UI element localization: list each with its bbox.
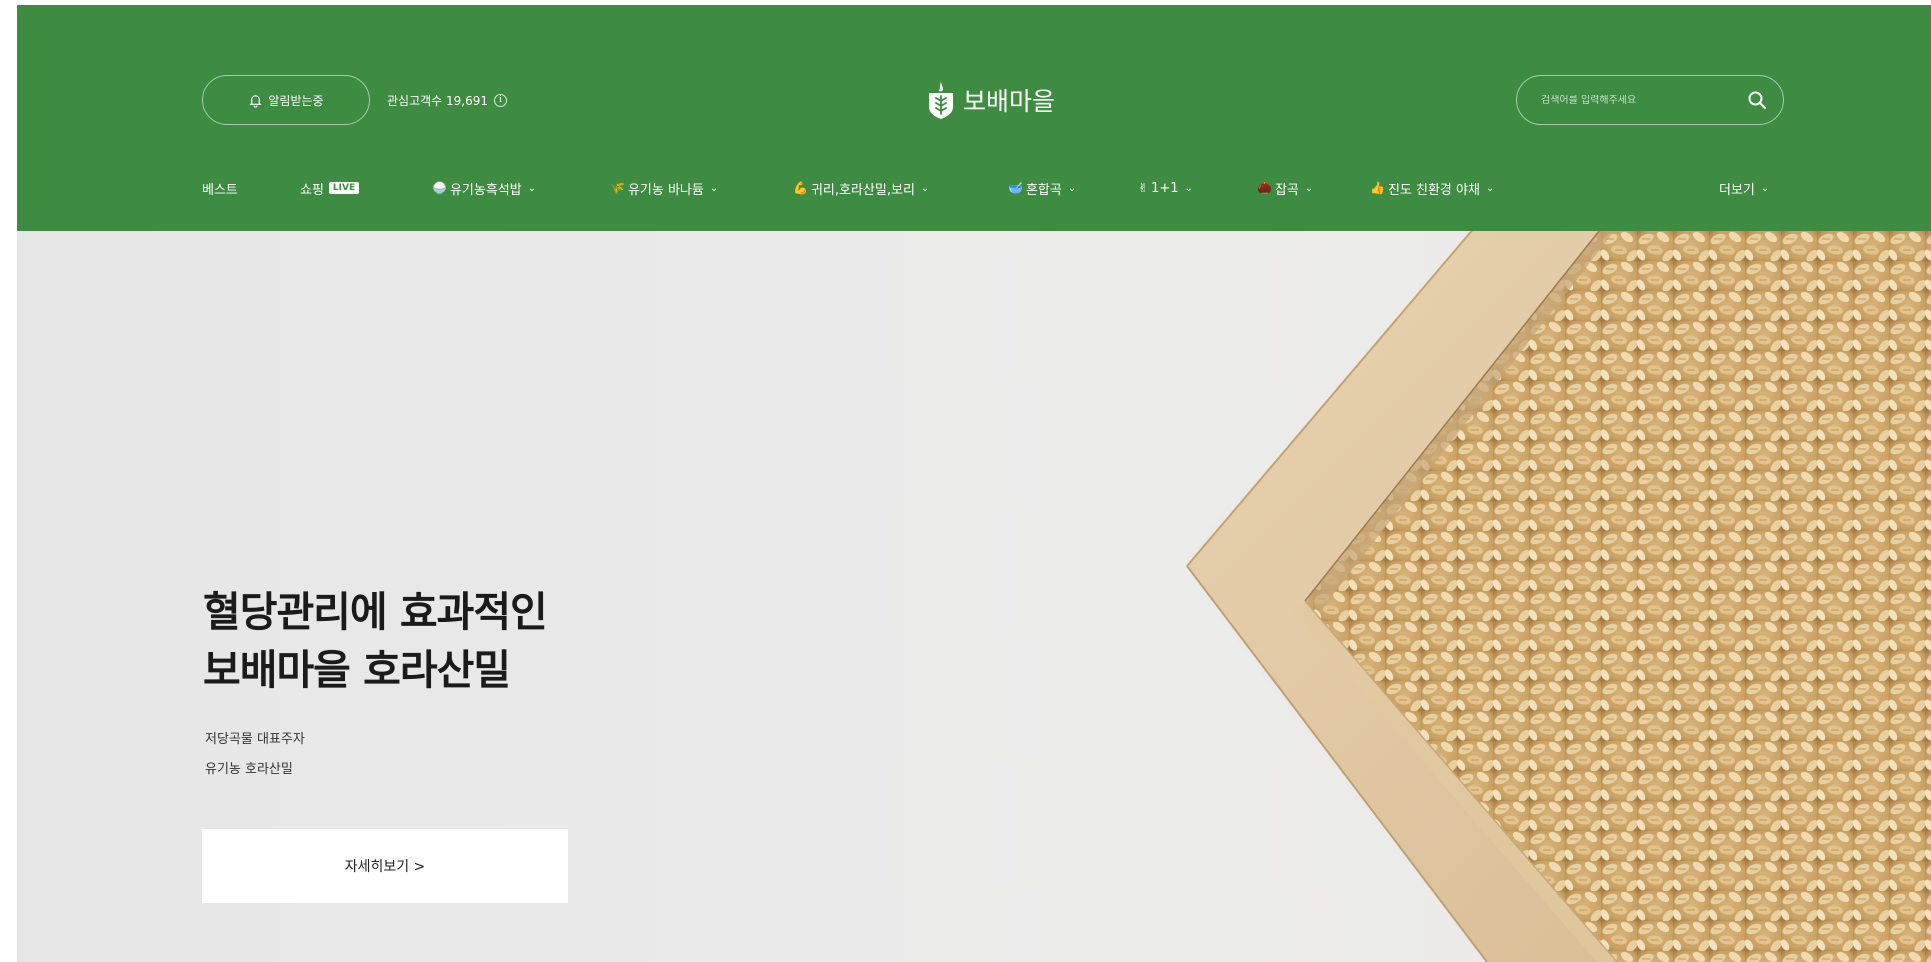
chevron-down-icon: ⌄ xyxy=(1304,182,1314,194)
chevron-down-icon: ⌄ xyxy=(1184,182,1193,194)
nav-item-best[interactable]: 베스트 xyxy=(202,168,238,208)
hero-title-line-2: 보배마을 호라산밀 xyxy=(203,646,511,694)
chestnut-icon: 🌰 xyxy=(1257,181,1272,195)
nav-item-label: 혼합곡 xyxy=(1025,182,1062,198)
site-logo[interactable]: 보배마을 xyxy=(927,75,1055,125)
wheat-shield-logo-icon xyxy=(929,81,953,119)
nav-item-label: 잡곡 xyxy=(1274,182,1299,198)
flexed-arm-icon: 💪 xyxy=(793,181,808,195)
hero-banner: 혈당관리에 효과적인 보배마을 호라산밀 저당곡물 대표주자 유기농 호라산밀 … xyxy=(17,231,1931,962)
chevron-down-icon: ⌄ xyxy=(709,182,719,194)
nav-item-one-plus-one[interactable]: ✌ 1+1 ⌄ xyxy=(1138,168,1193,208)
nav-item-label: 유기농 바나듐 xyxy=(627,182,704,198)
thumbs-up-icon: 👍 xyxy=(1370,181,1385,195)
hero-subtitle-line-2: 유기농 호라산밀 xyxy=(205,762,293,777)
view-details-button[interactable]: 자세히보기 > xyxy=(202,829,568,903)
hero-title: 혈당관리에 효과적인 보배마을 호라산밀 xyxy=(203,583,548,699)
main-nav: 베스트 쇼핑 LIVE 🍚 유기농흑석밥 ⌄ 🌾 유기농 바나듐 ⌄ 💪 귀리,… xyxy=(202,168,1782,208)
rice-bowl-icon: 🍚 xyxy=(432,181,447,195)
chevron-down-icon: ⌄ xyxy=(920,182,930,194)
nav-item-organic-vanadium[interactable]: 🌾 유기농 바나듐 ⌄ xyxy=(610,168,718,208)
site-header: 알림받는중 관심고객수 19,691 i 보배마을 베스트 xyxy=(17,5,1931,231)
nav-item-mixed-grains[interactable]: 🥣 혼합곡 ⌄ xyxy=(1008,168,1076,208)
bowl-icon: 🥣 xyxy=(1008,181,1023,195)
hero-subtitle-line-1: 저당곡물 대표주자 xyxy=(205,732,305,747)
nav-item-label: 쇼핑 xyxy=(300,182,324,198)
chevron-down-icon: ⌄ xyxy=(1067,182,1077,194)
nav-item-label: 진도 친환경 야채 xyxy=(1387,182,1480,198)
search-input[interactable] xyxy=(1541,94,1747,106)
nav-more-button[interactable]: 더보기 ⌄ xyxy=(1719,168,1769,208)
logo-text: 보배마을 xyxy=(963,87,1056,116)
search-icon[interactable] xyxy=(1747,90,1767,110)
nav-item-shopping-live[interactable]: 쇼핑 LIVE xyxy=(300,168,360,208)
hero-subtitle: 저당곡물 대표주자 유기농 호라산밀 xyxy=(205,725,305,785)
follower-count: 관심고객수 19,691 i xyxy=(387,75,508,125)
chevron-down-icon: ⌄ xyxy=(1485,182,1495,194)
notification-label: 알림받는중 xyxy=(268,93,324,108)
nav-item-label: 1+1 xyxy=(1151,180,1179,196)
follower-count-label: 관심고객수 19,691 xyxy=(387,93,489,108)
nav-item-grains[interactable]: 🌰 잡곡 ⌄ xyxy=(1257,168,1313,208)
search-box xyxy=(1516,75,1784,125)
nav-item-jindo-eco-vegetables[interactable]: 👍 진도 친환경 야채 ⌄ xyxy=(1370,168,1494,208)
bell-icon xyxy=(249,94,262,108)
wheat-icon: 🌾 xyxy=(610,181,625,195)
chevron-down-icon: ⌄ xyxy=(527,182,537,194)
live-badge: LIVE xyxy=(328,182,360,194)
page: 알림받는중 관심고객수 19,691 i 보배마을 베스트 xyxy=(0,0,1931,962)
nav-item-label: 귀리,호라산밀,보리 xyxy=(810,182,915,198)
nav-item-organic-black-rice[interactable]: 🍚 유기농흑석밥 ⌄ xyxy=(432,168,536,208)
chevron-down-icon: ⌄ xyxy=(1760,182,1770,194)
nav-item-label: 유기농흑석밥 xyxy=(449,182,522,198)
notification-button[interactable]: 알림받는중 xyxy=(202,75,370,125)
nav-item-oats-khorasan-barley[interactable]: 💪 귀리,호라산밀,보리 ⌄ xyxy=(793,168,929,208)
nav-item-label: 베스트 xyxy=(202,182,238,198)
hero-title-line-1: 혈당관리에 효과적인 xyxy=(203,588,548,636)
info-icon[interactable]: i xyxy=(494,93,508,107)
nav-more-label: 더보기 xyxy=(1719,182,1755,198)
victory-hand-icon: ✌ xyxy=(1138,181,1149,195)
